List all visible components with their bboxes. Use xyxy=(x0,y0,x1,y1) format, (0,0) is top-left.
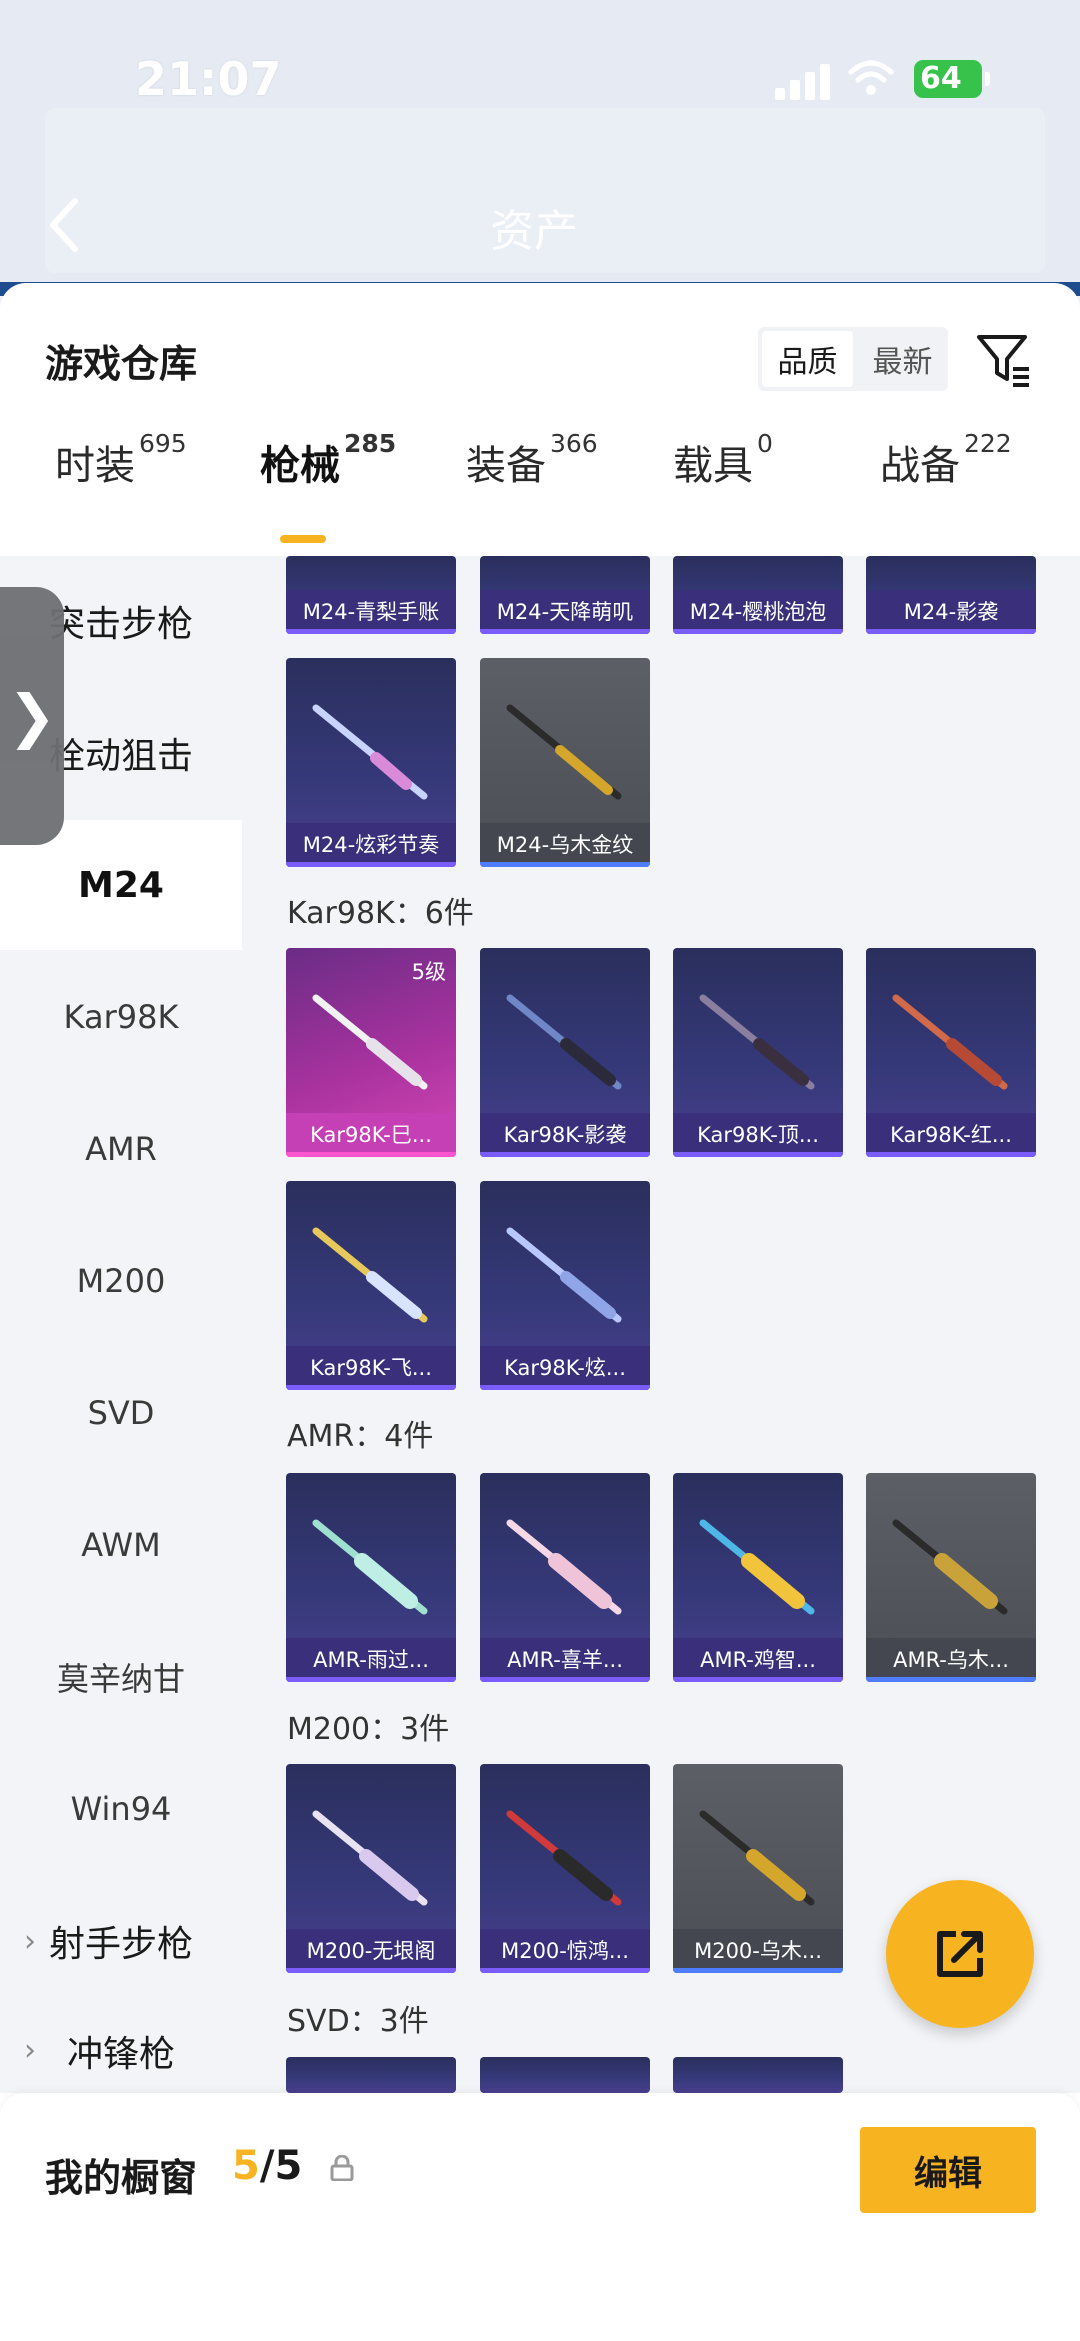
tab-equipment[interactable]: 装备 366 xyxy=(466,429,598,491)
showcase-bar: 我的橱窗 5/5 编辑 xyxy=(0,2093,1080,2341)
signal-icon xyxy=(775,60,835,100)
chevron-right-icon: › xyxy=(24,2033,36,2068)
skin-card[interactable]: Kar98K-飞... xyxy=(286,1181,456,1390)
sort-toggle: 品质 最新 xyxy=(758,327,948,391)
skin-card[interactable]: Kar98K-红... xyxy=(866,948,1036,1157)
rifle-icon xyxy=(699,1519,815,1615)
tab-vehicles[interactable]: 载具 0 xyxy=(673,429,773,491)
skin-card[interactable]: M200-惊鸿... xyxy=(480,1764,650,1973)
tab-supplies[interactable]: 战备 222 xyxy=(880,429,1012,491)
skin-card[interactable]: AMR-雨过... xyxy=(286,1473,456,1682)
rifle-icon xyxy=(312,704,428,800)
skin-card[interactable]: AMR-喜羊... xyxy=(480,1473,650,1682)
back-arrow-icon xyxy=(50,198,78,252)
status-time: 21:07 xyxy=(135,52,282,106)
skin-card[interactable] xyxy=(673,2057,843,2093)
skin-card[interactable]: 5级 Kar98K-巳... xyxy=(286,948,456,1157)
side-item-mosin[interactable]: 莫辛纳甘 xyxy=(0,1612,242,1742)
side-item-smg[interactable]: › 冲锋枪 xyxy=(0,2008,242,2093)
skin-card[interactable]: Kar98K-影袭 xyxy=(480,948,650,1157)
side-item-marksman[interactable]: › 射手步枪 xyxy=(0,1876,242,2006)
background-title: 资产 xyxy=(490,206,578,257)
side-collapse-handle[interactable]: ❯ xyxy=(0,587,64,845)
side-item-amr[interactable]: AMR xyxy=(0,1084,242,1214)
sort-quality-button[interactable]: 品质 xyxy=(762,331,853,387)
active-tab-indicator xyxy=(280,535,326,543)
skin-card[interactable] xyxy=(480,2057,650,2093)
share-button[interactable] xyxy=(886,1880,1034,2028)
side-item-win94[interactable]: Win94 xyxy=(0,1744,242,1874)
level-badge: 5级 xyxy=(411,960,446,984)
skin-card[interactable]: M24-樱桃泡泡 xyxy=(673,556,843,634)
side-item-kar98k[interactable]: Kar98K xyxy=(0,952,242,1082)
showcase-count: 5/5 xyxy=(232,2143,303,2189)
skin-card[interactable]: M200-乌木... xyxy=(673,1764,843,1973)
rifle-icon xyxy=(699,994,815,1090)
section-header-amr: AMR：4件 xyxy=(287,1419,434,1454)
showcase-title: 我的橱窗 xyxy=(45,2156,198,2200)
rifle-icon xyxy=(699,1810,815,1906)
rifle-icon xyxy=(312,1519,428,1615)
skin-card[interactable]: M24-影袭 xyxy=(866,556,1036,634)
battery-indicator: 64 xyxy=(914,60,990,98)
category-tabs: 时装 695 枪械 285 装备 366 载具 0 战备 222 xyxy=(0,429,1080,523)
tab-guns[interactable]: 枪械 285 xyxy=(260,429,396,491)
skin-card[interactable]: Kar98K-炫... xyxy=(480,1181,650,1390)
rifle-icon xyxy=(892,1519,1008,1615)
skin-card[interactable] xyxy=(286,2057,456,2093)
rifle-icon xyxy=(506,1810,622,1906)
sheet-title: 游戏仓库 xyxy=(45,342,198,386)
side-item-m200[interactable]: M200 xyxy=(0,1216,242,1346)
skin-card[interactable]: M200-无垠阁 xyxy=(286,1764,456,1973)
status-bar: 21:07 64 xyxy=(0,0,1080,150)
rifle-icon xyxy=(506,1227,622,1323)
share-icon xyxy=(937,1931,983,1977)
rifle-icon xyxy=(506,704,622,800)
edit-button[interactable]: 编辑 xyxy=(860,2127,1036,2213)
skin-card[interactable]: AMR-乌木... xyxy=(866,1473,1036,1682)
skin-card[interactable]: M24-炫彩节奏 xyxy=(286,658,456,867)
rifle-icon xyxy=(892,994,1008,1090)
rifle-icon xyxy=(506,994,622,1090)
side-item-awm[interactable]: AWM xyxy=(0,1480,242,1610)
section-header-kar98k: Kar98K：6件 xyxy=(287,896,474,931)
skin-grid: M24-青梨手账 M24-天降萌叽 M24-樱桃泡泡 M24-影袭 M24-炫彩… xyxy=(242,556,1080,2093)
skin-card[interactable]: M24-天降萌叽 xyxy=(480,556,650,634)
wifi-icon xyxy=(848,60,894,95)
rifle-icon xyxy=(312,1810,428,1906)
skin-card[interactable]: Kar98K-顶... xyxy=(673,948,843,1157)
skin-card[interactable]: AMR-鸡智... xyxy=(673,1473,843,1682)
rifle-icon xyxy=(312,1227,428,1323)
section-header-svd: SVD：3件 xyxy=(287,2004,429,2039)
side-item-svd[interactable]: SVD xyxy=(0,1348,242,1478)
rifle-icon xyxy=(506,1519,622,1615)
section-header-m200: M200：3件 xyxy=(287,1712,450,1747)
tab-fashion[interactable]: 时装 695 xyxy=(55,429,187,491)
chevron-right-icon: › xyxy=(24,1923,36,1959)
skin-card[interactable]: M24-乌木金纹 xyxy=(480,658,650,867)
rifle-icon xyxy=(312,994,428,1090)
lock-icon xyxy=(330,2155,354,2181)
skin-card[interactable]: M24-青梨手账 xyxy=(286,556,456,634)
filter-icon[interactable] xyxy=(975,331,1033,389)
sort-latest-button[interactable]: 最新 xyxy=(857,327,948,391)
